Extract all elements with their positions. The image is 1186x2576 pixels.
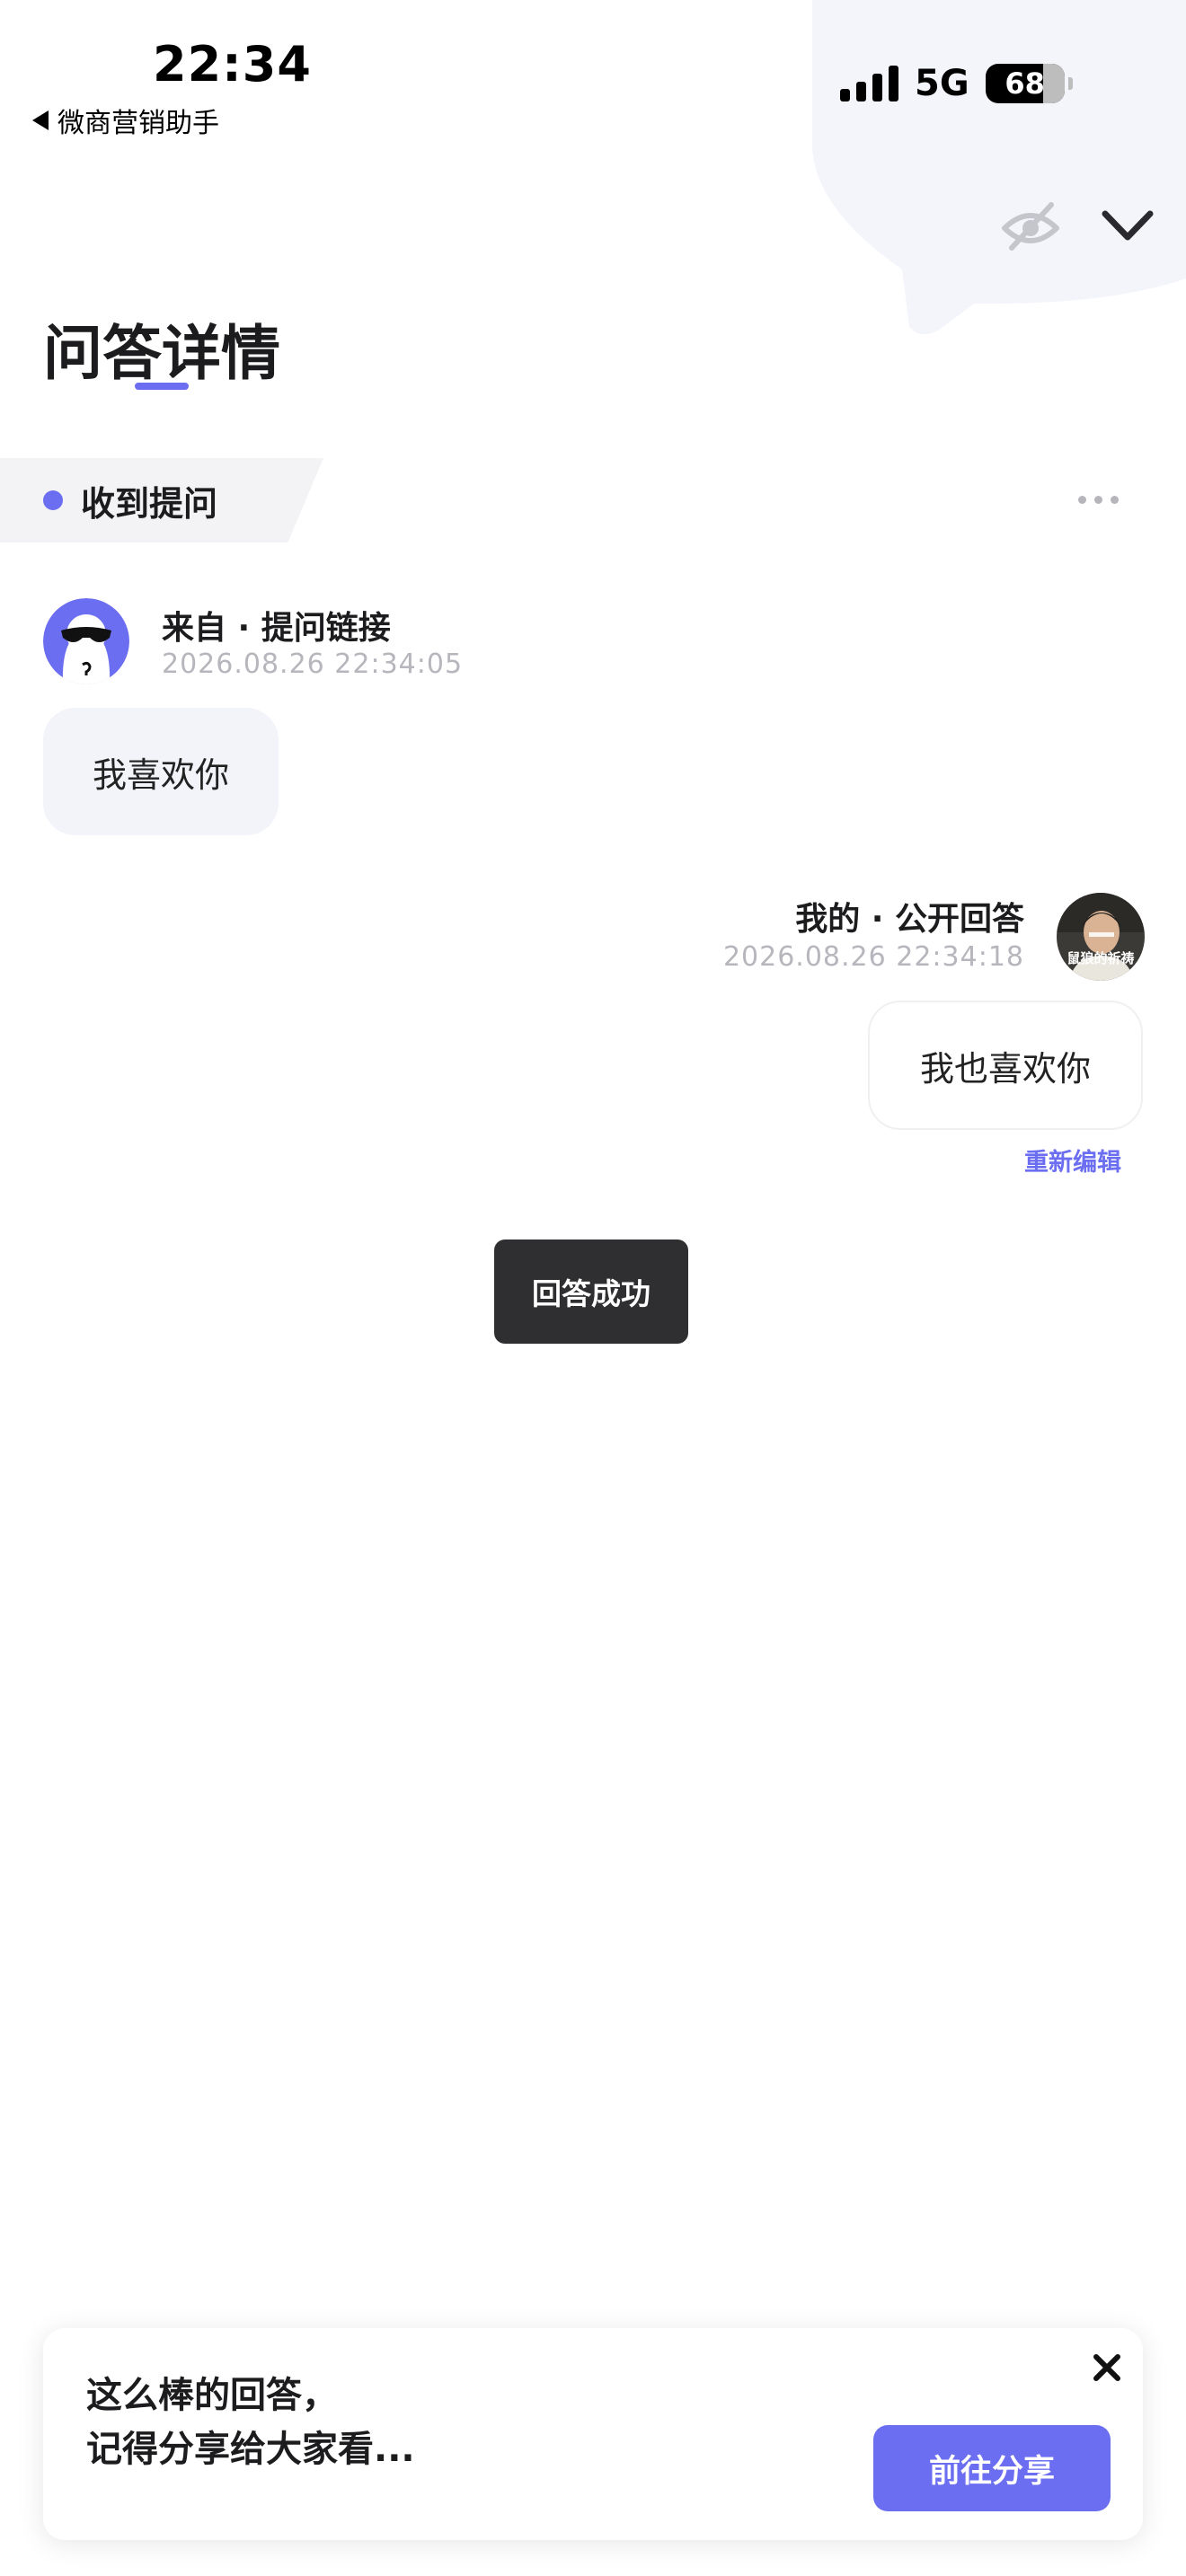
- close-icon[interactable]: [1089, 2350, 1125, 2386]
- page-title: 问答详情: [43, 319, 280, 388]
- back-triangle-icon: [32, 110, 49, 130]
- my-avatar: 鼠狼的祈祷: [1057, 893, 1145, 981]
- question-source: 来自 · 提问链接: [162, 610, 391, 647]
- section-dot: [43, 490, 63, 510]
- battery-level: 68: [1005, 66, 1045, 101]
- share-text-line-2: 记得分享给大家看...: [86, 2429, 415, 2470]
- battery-tip: [1067, 77, 1073, 90]
- share-text-line-1: 这么棒的回答，: [86, 2375, 338, 2416]
- question-bubble: 我喜欢你: [43, 708, 279, 835]
- go-share-button[interactable]: 前往分享: [873, 2425, 1111, 2511]
- reedit-link[interactable]: 重新编辑: [1024, 1142, 1121, 1178]
- battery-icon: 68: [985, 64, 1065, 103]
- network-label: 5G: [915, 63, 969, 104]
- signal-icon: [840, 66, 898, 101]
- more-dots-icon[interactable]: [1078, 496, 1119, 504]
- answer-bubble: 我也喜欢你: [868, 1001, 1143, 1130]
- back-to-app-link[interactable]: 微商营销助手: [32, 101, 219, 140]
- success-toast: 回答成功: [494, 1239, 688, 1344]
- asker-avatar: [43, 598, 129, 684]
- status-indicators: 5G 68: [840, 63, 1073, 104]
- my-avatar-image: [1057, 893, 1145, 981]
- title-underline: [135, 383, 189, 390]
- eye-off-icon[interactable]: [999, 199, 1062, 253]
- back-app-label: 微商营销助手: [58, 108, 219, 139]
- decorative-background-bubble: [812, 0, 1186, 335]
- question-time: 2026.08.26 22:34:05: [162, 648, 464, 680]
- my-avatar-caption: 鼠狼的祈祷: [1067, 950, 1135, 966]
- section-label: 收到提问: [81, 484, 218, 524]
- chevron-down-icon[interactable]: [1100, 207, 1155, 244]
- status-time: 22:34: [153, 36, 312, 93]
- answer-label: 我的 · 公开回答: [795, 901, 1024, 938]
- answer-time: 2026.08.26 22:34:18: [722, 941, 1024, 973]
